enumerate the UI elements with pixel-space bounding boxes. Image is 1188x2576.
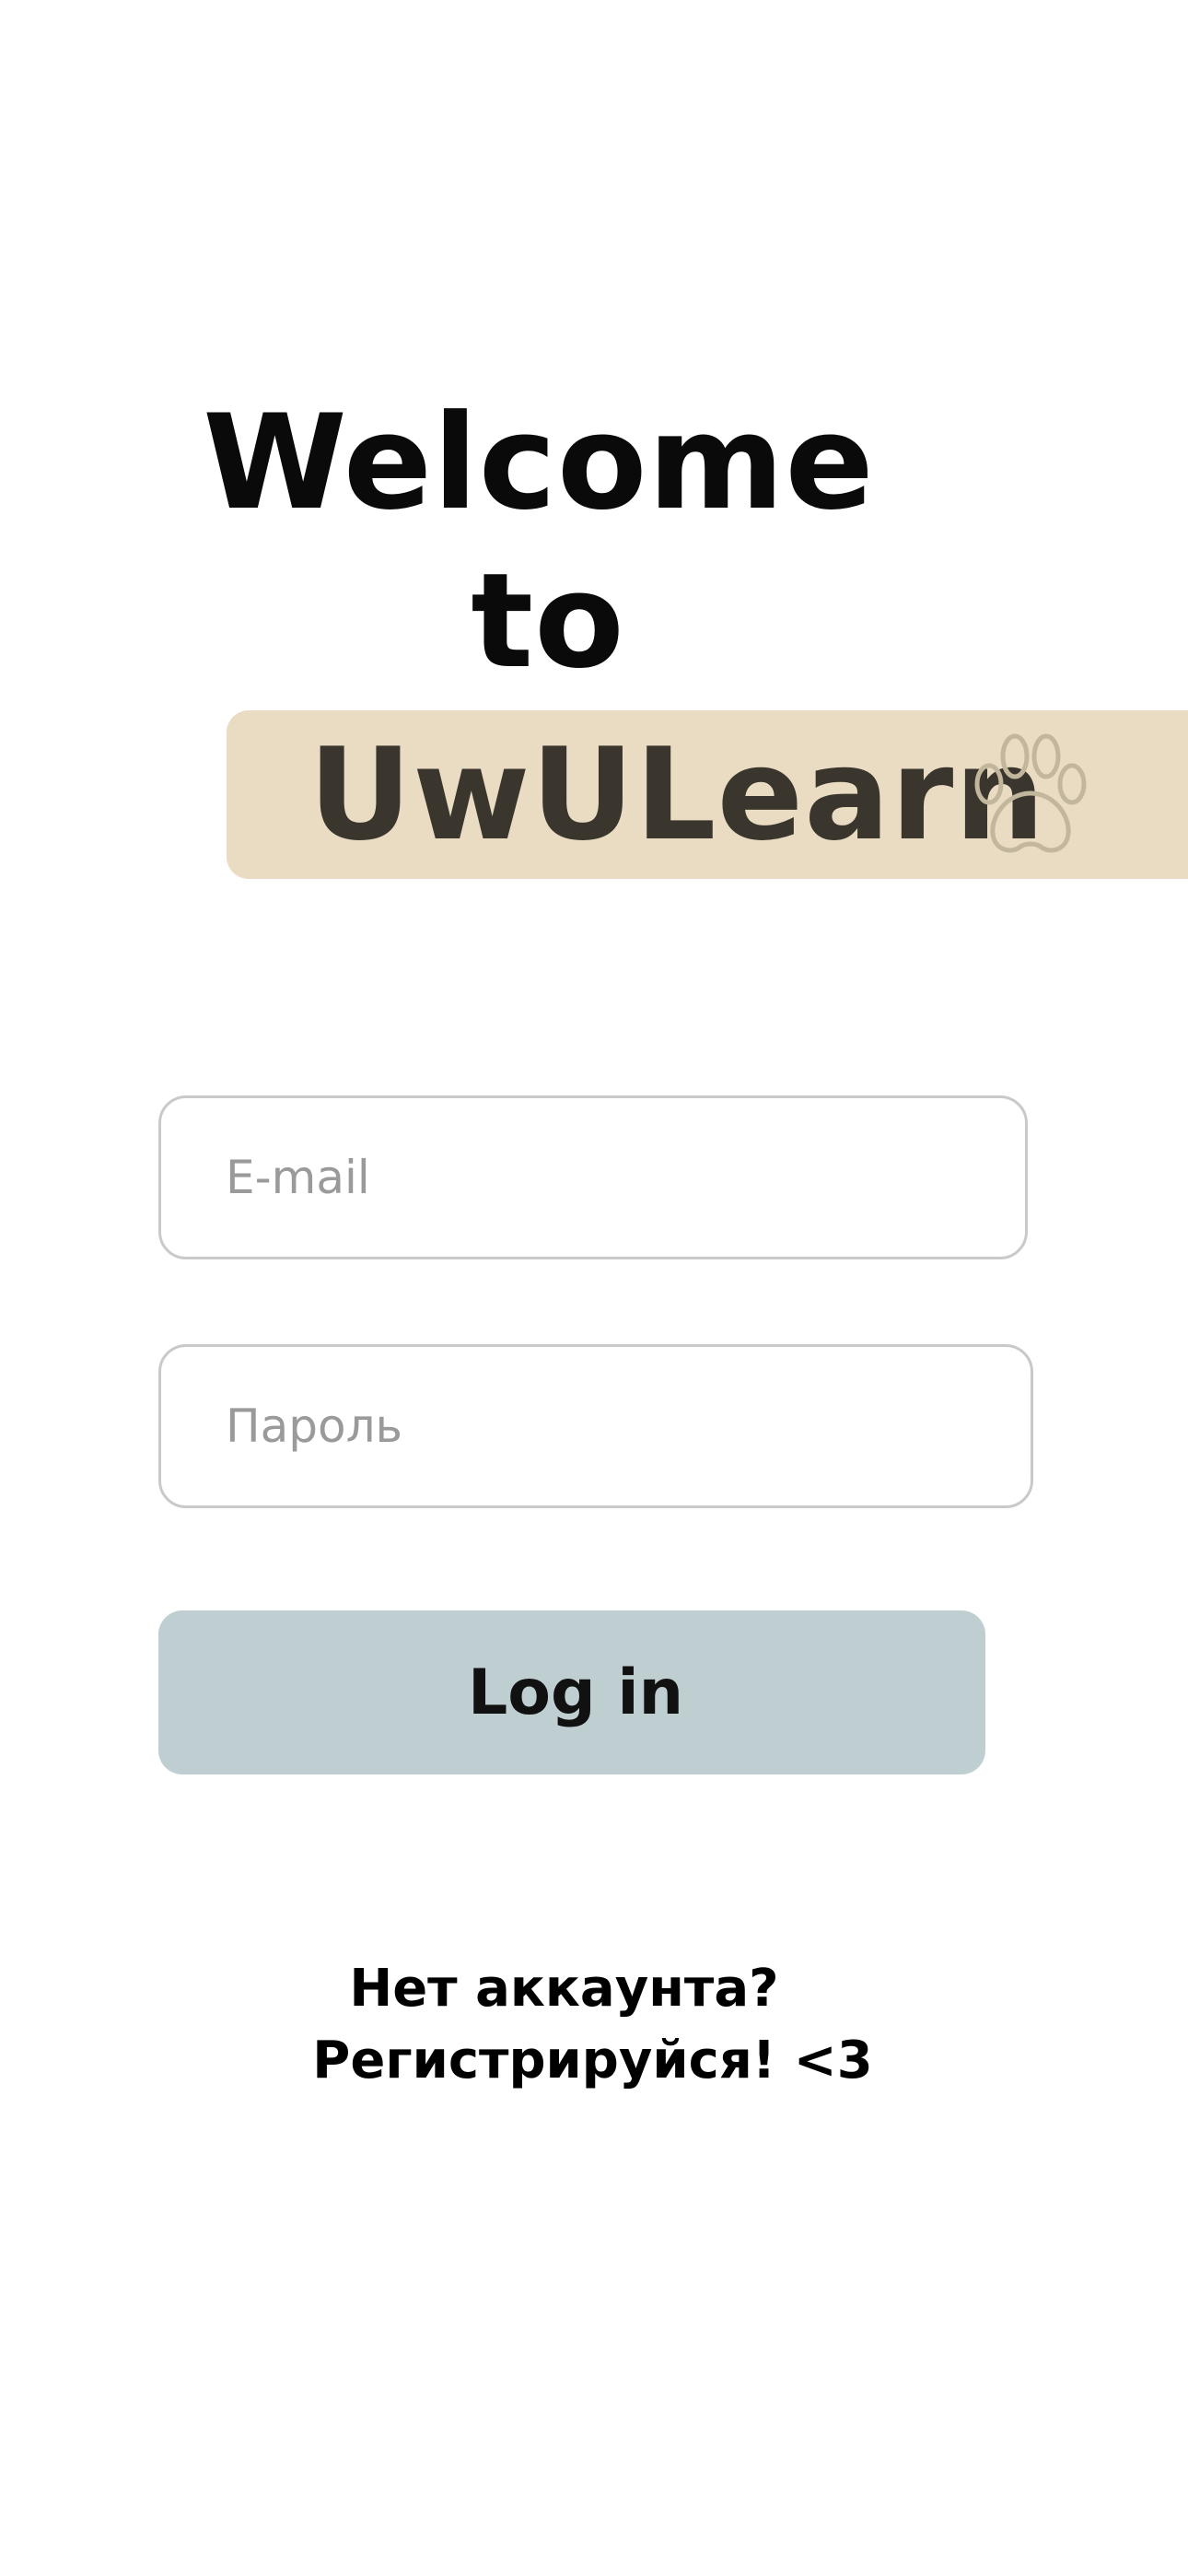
password-field[interactable]	[158, 1344, 1033, 1508]
welcome-title-line2: to	[471, 545, 625, 697]
signup-question: Нет аккаунта?	[349, 1959, 779, 2019]
signup-link[interactable]: Нет аккаунта? Регистрируйся! <3	[0, 1953, 1188, 2097]
paw-icon	[974, 733, 1087, 853]
login-button[interactable]: Log in	[158, 1610, 985, 1774]
signup-call: Регистрируйся! <3	[312, 2031, 873, 2090]
email-field[interactable]	[158, 1095, 1028, 1259]
brand-name: UwULearn	[309, 720, 1046, 869]
welcome-title-line1: Welcome	[203, 387, 875, 539]
